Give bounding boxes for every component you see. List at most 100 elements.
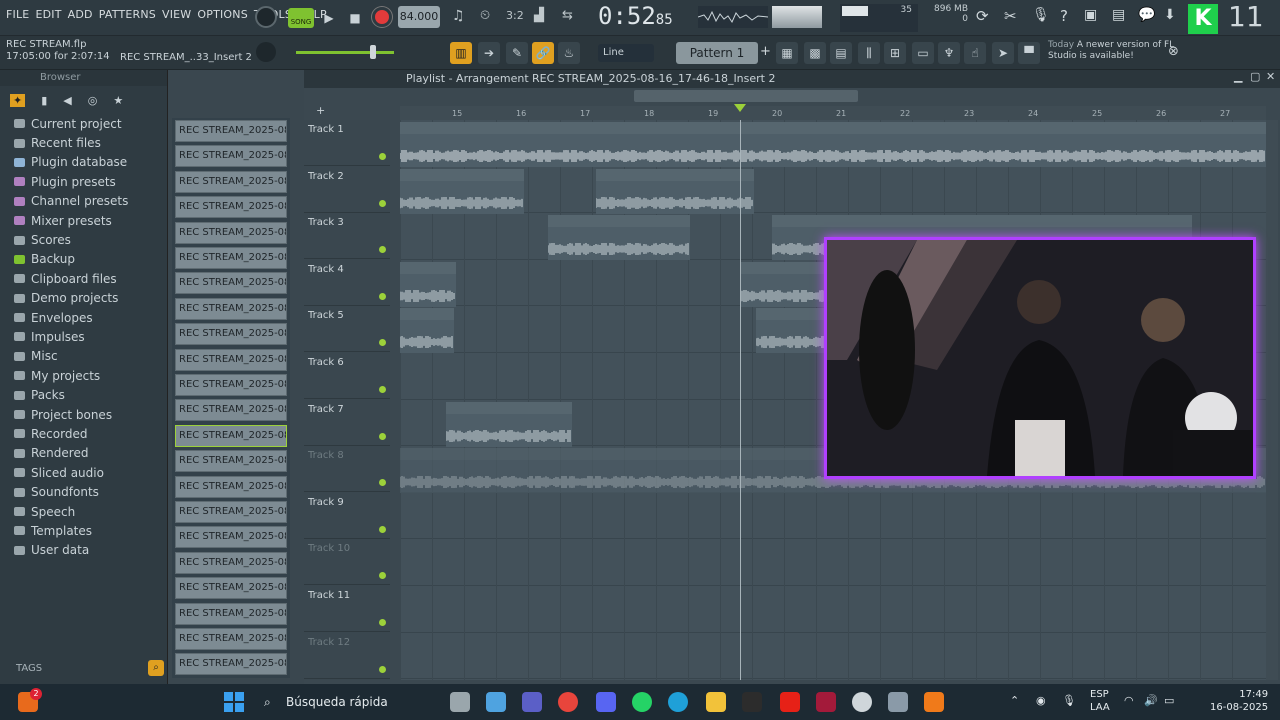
pattern-select[interactable]: Pattern 1 (676, 42, 758, 64)
menu-options[interactable]: OPTIONS (197, 8, 248, 21)
browser-item[interactable]: Scores (14, 230, 167, 249)
track-enable-led[interactable] (379, 339, 386, 347)
chrome-icon[interactable] (558, 692, 578, 712)
cut-icon[interactable]: ✂ (1004, 7, 1017, 25)
piano-icon[interactable]: ▤ (830, 42, 852, 64)
mixer-window-icon[interactable]: ⫼ (858, 42, 880, 64)
browser-item[interactable]: Rendered (14, 444, 167, 463)
master-volume-slider[interactable] (296, 45, 394, 59)
channel-button[interactable]: REC STREAM_2025-08-16... (175, 221, 287, 244)
pitch-knob-icon[interactable] (256, 42, 276, 62)
obs-icon[interactable] (852, 692, 872, 712)
tempo-display[interactable]: 84.000 (398, 6, 440, 28)
playhead-marker[interactable] (734, 104, 746, 112)
browser-icon[interactable]: ▭ (912, 42, 934, 64)
piano-roll-icon[interactable]: ▥ (450, 42, 472, 64)
track-enable-led[interactable] (379, 572, 386, 580)
step-edit-icon[interactable]: ▟ (534, 8, 544, 23)
track-enable-led[interactable] (379, 386, 386, 393)
channel-button[interactable]: REC STREAM_2025-08-16... (175, 628, 287, 650)
menu-patterns[interactable]: PATTERNS (99, 8, 156, 21)
plus-icon[interactable]: + (316, 104, 325, 117)
files-tab-icon[interactable]: ▮ (41, 94, 47, 107)
channel-button[interactable]: REC STREAM_2025-08-16... (175, 501, 287, 523)
capcut-icon[interactable] (816, 692, 836, 712)
metronome-icon[interactable]: ♫ (452, 8, 465, 24)
audio-clip[interactable]: REC STREAM_20...5-50_Insert 2 (446, 401, 572, 447)
track-enable-led[interactable] (379, 619, 386, 626)
mixer-icon[interactable]: ▤ (1112, 7, 1125, 23)
channel-button[interactable]: REC STREAM_2025-08-16... (175, 323, 287, 346)
browser-item[interactable]: Backup (14, 250, 167, 269)
channel-button[interactable]: REC STREAM_2025-08-16... (175, 272, 287, 295)
browser-item[interactable]: My projects (14, 366, 167, 385)
wait-input-icon[interactable]: ⏲ (480, 8, 490, 23)
audio-clip[interactable]: REC S...rt 2 (400, 308, 454, 354)
plugin-tab-icon[interactable]: ◎ (88, 94, 98, 107)
channel-button[interactable]: REC STREAM_2025-08-16... (175, 348, 287, 371)
channel-button[interactable]: REC STREAM_2025-08-16... (175, 577, 287, 600)
download-icon[interactable]: ⬇ (1164, 7, 1176, 23)
browser-item[interactable]: Plugin presets (14, 172, 167, 191)
channel-button[interactable]: REC STREAM_2025-08-16... (175, 526, 287, 549)
menu-add[interactable]: ADD (68, 8, 93, 21)
track-header[interactable]: Track 2 (304, 167, 390, 213)
channel-button[interactable]: REC STREAM_2025-08-16... (175, 297, 287, 320)
track-enable-led[interactable] (379, 246, 386, 254)
browser-item[interactable]: Envelopes (14, 308, 167, 327)
volume-icon[interactable]: 🔊 (1144, 694, 1158, 707)
touch-keyboard-icon[interactable]: ☝ (964, 42, 986, 64)
speaker-tab-icon[interactable]: ◀ (63, 94, 71, 107)
folder-icon[interactable] (706, 692, 726, 712)
track-header[interactable]: Track 5 (304, 306, 390, 353)
audio-clip[interactable]: WALKER 84bpm c#minor (400, 122, 1266, 167)
file-explorer-icon[interactable] (450, 692, 470, 712)
browser-item[interactable]: Current project (14, 114, 167, 133)
save-icon[interactable]: ▣ (1084, 7, 1097, 23)
settings-icon[interactable] (888, 692, 908, 712)
language-indicator[interactable]: ESP LAA (1090, 688, 1110, 714)
news-panel[interactable]: Today A newer version of FL Studio is av… (1048, 40, 1178, 62)
track-header[interactable]: Track 4 (304, 260, 390, 306)
audio-clip[interactable]: REC STREAM_20...-23_Insert 2 (400, 168, 524, 214)
channel-button[interactable]: REC STREAM_2025-08-16... (175, 424, 287, 447)
clock[interactable]: 17:49 16-08-2025 (1210, 688, 1268, 714)
wifi-icon[interactable]: ◠ (1124, 694, 1134, 707)
browser-item[interactable]: Recorded (14, 424, 167, 443)
start-icon[interactable] (224, 692, 244, 712)
browser-item[interactable]: Clipboard files (14, 269, 167, 288)
battery-icon[interactable]: ▭ (1164, 694, 1174, 707)
microphone-icon[interactable]: 🎙 (1032, 7, 1050, 23)
browser-item[interactable]: Recent files (14, 133, 167, 152)
channel-button[interactable]: REC STREAM_2025-08-16... (175, 247, 287, 269)
channel-button[interactable]: REC STREAM_2025-08-16... (175, 602, 287, 625)
track-header[interactable]: Track 3 (304, 213, 390, 260)
menu-edit[interactable]: EDIT (35, 8, 61, 21)
browser-item[interactable]: Mixer presets (14, 211, 167, 230)
browser-item[interactable]: Packs (14, 385, 167, 404)
help-icon[interactable]: ? (1060, 7, 1068, 25)
browser-item[interactable]: Misc (14, 347, 167, 366)
app-icon[interactable] (742, 692, 762, 712)
browser-item[interactable]: Sliced audio (14, 463, 167, 482)
tempo-tapper-icon[interactable]: ➤ (992, 42, 1014, 64)
track-enable-led[interactable] (379, 525, 386, 533)
chat-icon[interactable]: 💬 (1138, 7, 1155, 23)
audio-clip[interactable]: REC STREA...Ins (756, 308, 826, 354)
song-mode-toggle[interactable]: SONG (288, 8, 314, 28)
browser-item[interactable]: User data (14, 541, 167, 560)
countdown-icon[interactable]: 3:2 (506, 9, 524, 22)
browser-item[interactable]: Templates (14, 521, 167, 540)
channel-button[interactable]: REC STREAM_2025-08-16... (175, 450, 287, 473)
track-header[interactable]: Track 12 (304, 633, 390, 679)
channel-button[interactable]: REC STREAM_2025-08-16... (175, 145, 287, 168)
record-button[interactable] (372, 7, 392, 27)
channel-button[interactable]: REC STREAM_2025-08-16... (175, 196, 287, 219)
link-icon[interactable]: 🔗 (532, 42, 554, 64)
snap-select[interactable]: Line (598, 44, 654, 62)
track-header[interactable]: Track 6 (304, 353, 390, 399)
track-enable-led[interactable] (379, 199, 386, 207)
audio-clip[interactable]: REC S..ert 2 (400, 261, 456, 307)
undo-icon[interactable]: ⟳ (976, 7, 989, 25)
track-header[interactable]: Track 8 (304, 446, 390, 493)
